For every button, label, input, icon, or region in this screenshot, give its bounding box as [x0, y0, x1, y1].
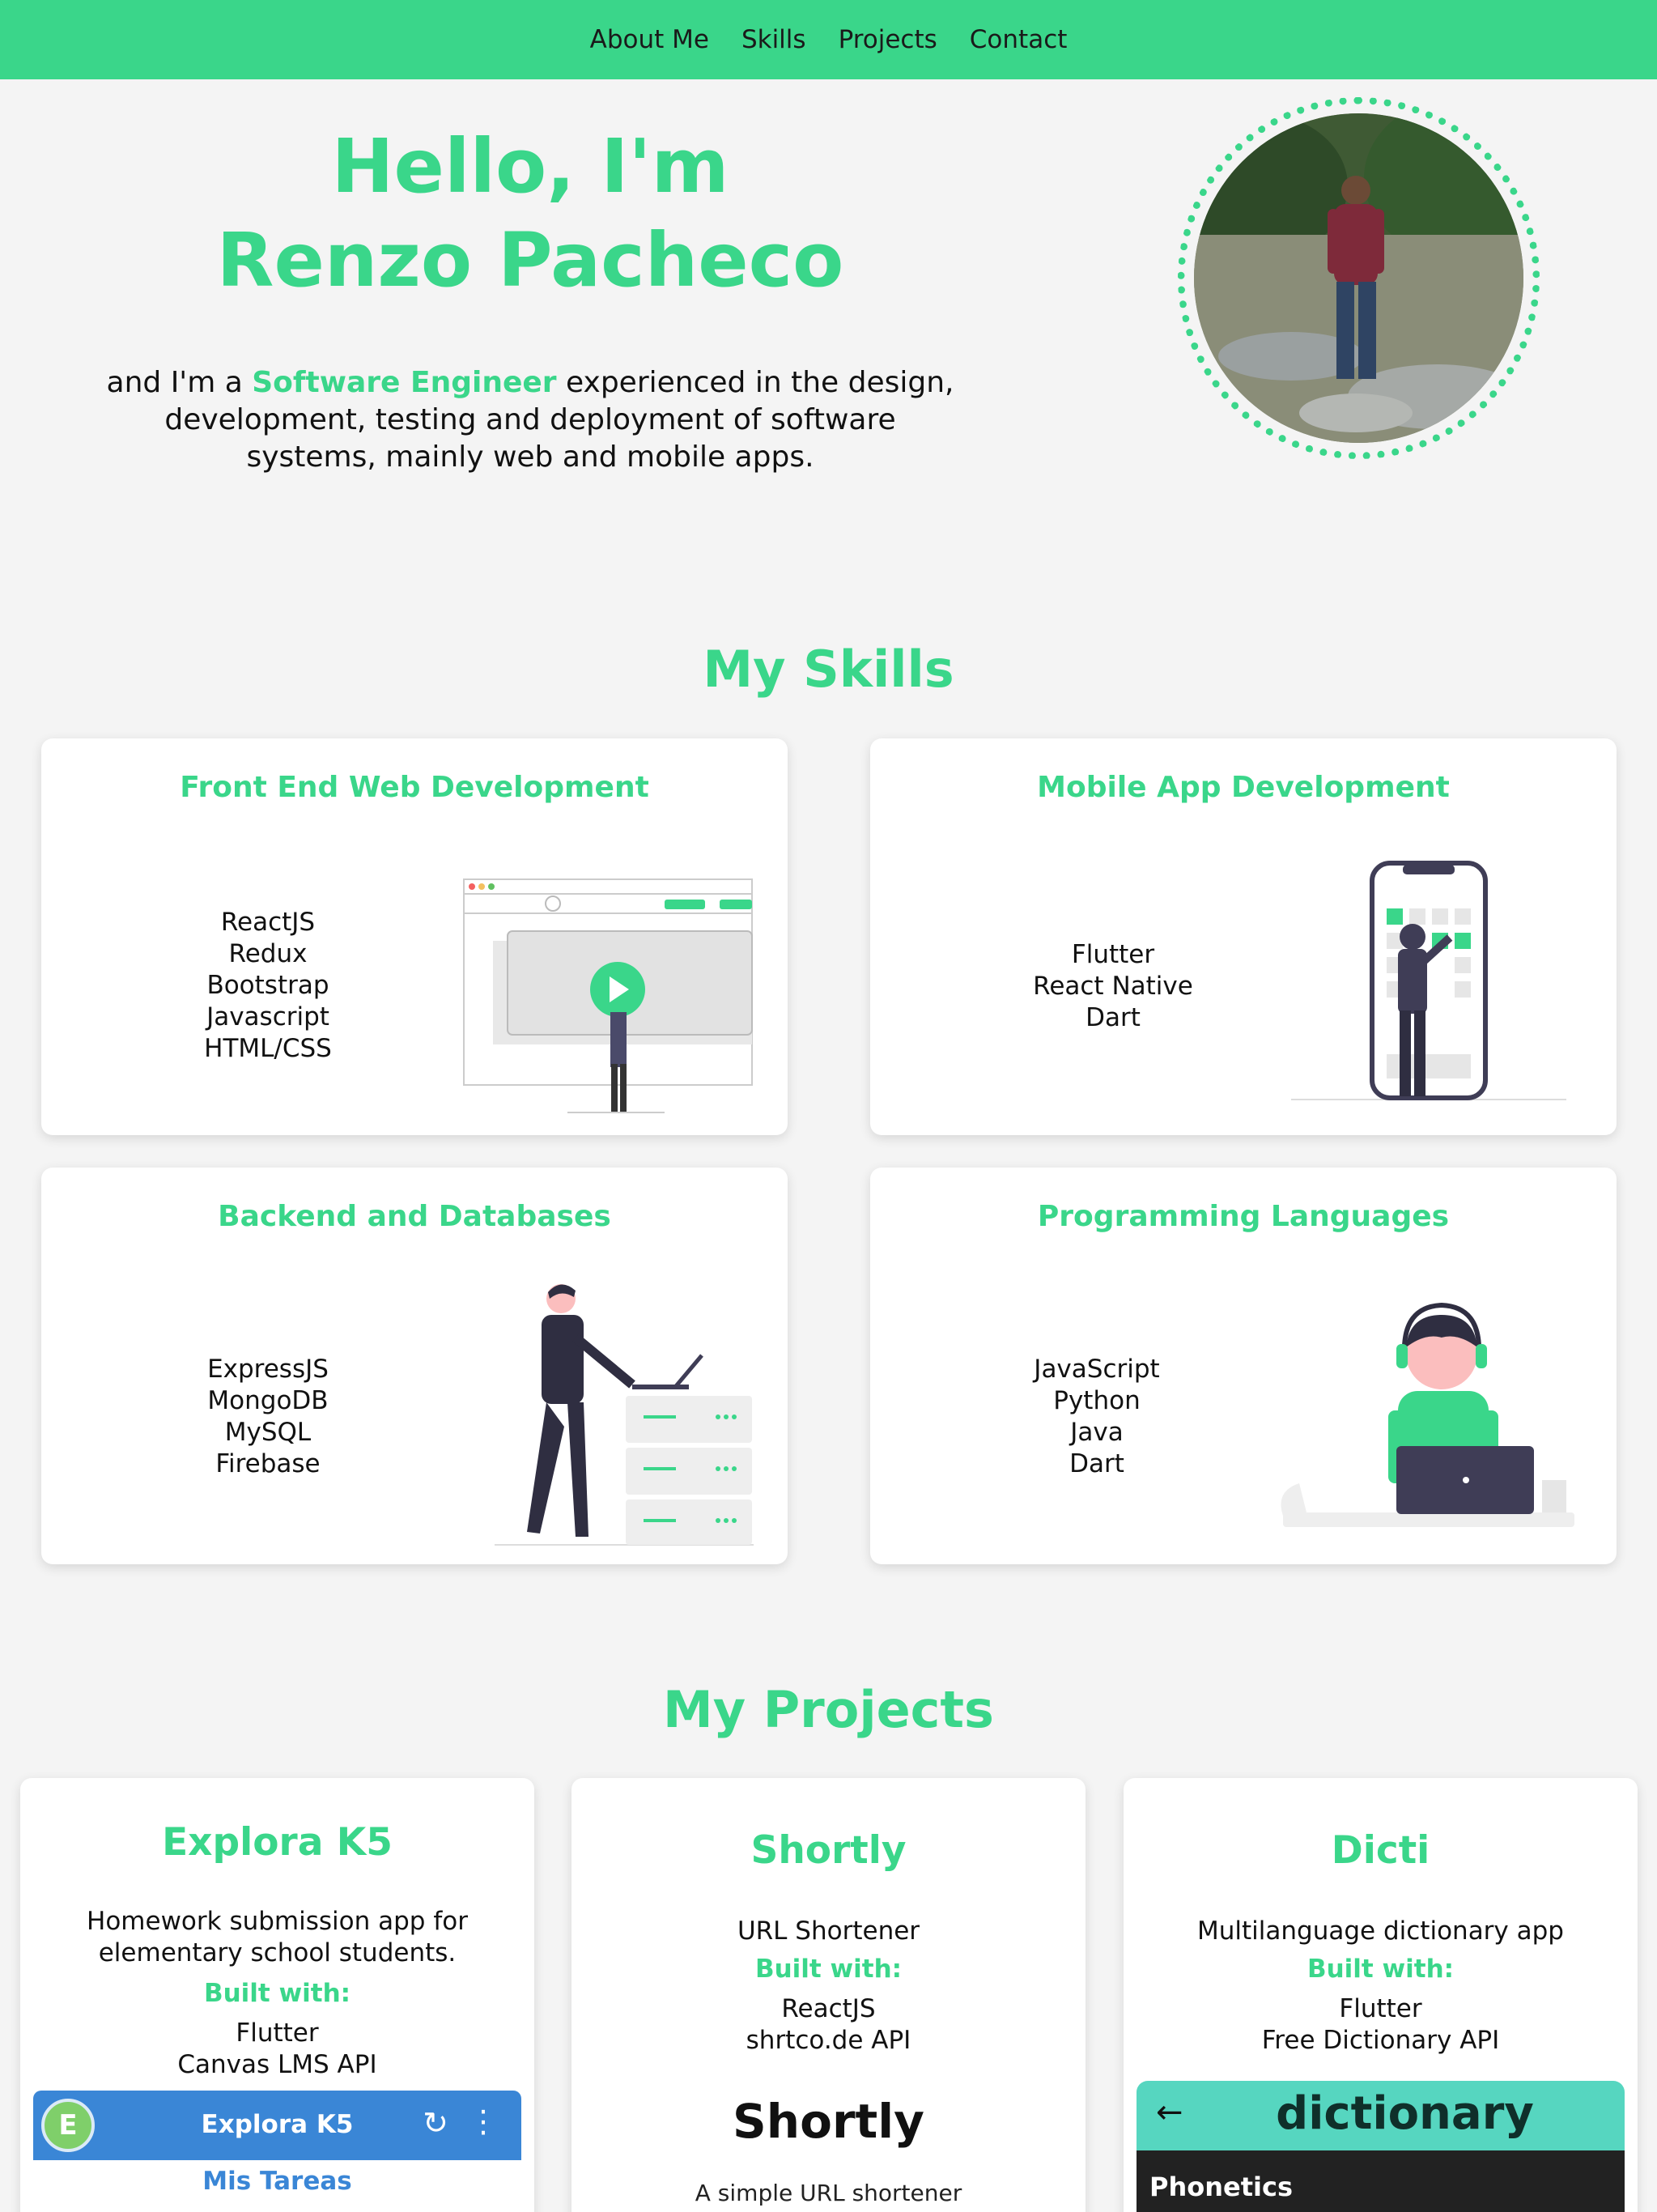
profile-photo: [1194, 113, 1523, 443]
skills-section-title: My Skills: [703, 640, 954, 699]
skill-card-title: Programming Languages: [1037, 1200, 1450, 1233]
skill-item: Redux: [228, 939, 308, 968]
skill-item: Java: [1070, 1418, 1124, 1447]
skill-item: Javascript: [206, 1002, 329, 1032]
hero-desc-pre: and I'm a: [106, 366, 253, 399]
avatar: [1194, 113, 1523, 443]
project-tech-list: ReactJS shrtco.de API: [571, 1993, 1086, 2057]
backend-illustration: [495, 1284, 754, 1546]
hero-name: Renzo Pacheco: [216, 217, 844, 304]
skill-item: Dart: [1086, 1003, 1141, 1032]
skill-item: ReactJS: [220, 908, 316, 937]
skill-card-title: Backend and Databases: [218, 1200, 611, 1233]
explora-app-bar: E Explora K5 ↻ ⋮: [33, 2091, 521, 2160]
hero-title: Hello, I'm Renzo Pacheco: [162, 120, 899, 308]
tech-item: Flutter: [1339, 1994, 1422, 2023]
built-with-label: Built with:: [754, 1955, 903, 1984]
shortly-subtitle: A simple URL shortener: [695, 2180, 962, 2206]
navbar: About Me Skills Projects Contact: [0, 0, 1657, 79]
skill-card-frontend: Front End Web Development ReactJS Redux …: [41, 738, 788, 1135]
project-card-dicti[interactable]: Dicti Multilanguage dictionary app Built…: [1124, 1778, 1638, 2212]
built-with-label: Built with:: [1306, 1955, 1455, 1984]
skill-item: HTML/CSS: [204, 1034, 332, 1063]
skill-item: MongoDB: [207, 1386, 329, 1415]
refresh-icon: ↻: [423, 2105, 448, 2141]
more-vert-icon: ⋮: [468, 2104, 499, 2139]
tech-item: Canvas LMS API: [177, 2050, 377, 2079]
skill-list: ExpressJS MongoDB MySQL Firebase: [147, 1354, 389, 1480]
tech-item: Flutter: [236, 2018, 319, 2048]
dicti-app-bar: ← dictionary: [1137, 2081, 1625, 2150]
project-title: Explora K5: [162, 1820, 393, 1865]
skill-card-mobile: Mobile App Development Flutter React Nat…: [870, 738, 1617, 1135]
project-card-explora[interactable]: Explora K5 Homework submission app for e…: [20, 1778, 534, 2212]
skill-item: React Native: [1033, 972, 1193, 1001]
programming-illustration: [1281, 1302, 1574, 1527]
skill-card-backend: Backend and Databases ExpressJS MongoDB …: [41, 1168, 788, 1564]
project-tech-list: Flutter Free Dictionary API: [1124, 1993, 1638, 2057]
project-description: Multilanguage dictionary app: [1197, 1916, 1564, 1946]
nav-contact[interactable]: Contact: [970, 25, 1068, 54]
skill-list: Flutter React Native Dart: [992, 939, 1234, 1034]
dicti-app-title: dictionary: [1276, 2087, 1534, 2140]
skill-item: JavaScript: [1034, 1355, 1160, 1384]
dicti-phonetics-label: Phonetics: [1149, 2172, 1293, 2202]
skill-list: ReactJS Redux Bootstrap Javascript HTML/…: [147, 907, 389, 1065]
hero-desc-highlight: Software Engineer: [252, 366, 557, 399]
tech-item: ReactJS: [781, 1994, 876, 2023]
skill-item: MySQL: [224, 1418, 312, 1447]
skill-card-title: Front End Web Development: [180, 771, 649, 804]
skill-item: Flutter: [1071, 940, 1155, 969]
skill-card-title: Mobile App Development: [1037, 771, 1450, 804]
project-title: Shortly: [750, 1828, 907, 1873]
nav-skills[interactable]: Skills: [741, 25, 806, 54]
mobile-dev-illustration: [1291, 861, 1566, 1100]
shortly-logo: Shortly: [733, 2094, 924, 2149]
skill-item: Firebase: [215, 1449, 321, 1478]
nav-about-me[interactable]: About Me: [590, 25, 709, 54]
projects-section-title: My Projects: [663, 1680, 994, 1739]
project-tech-list: Flutter Canvas LMS API: [20, 2018, 534, 2081]
project-description: URL Shortener: [737, 1916, 920, 1946]
dicti-preview-body: Phonetics: [1137, 2150, 1625, 2212]
hero-description: and I'm a Software Engineer experienced …: [105, 364, 955, 476]
web-dev-illustration: [463, 878, 753, 1113]
skill-item: Bootstrap: [206, 971, 329, 1000]
tech-item: shrtco.de API: [746, 2026, 911, 2055]
nav-projects[interactable]: Projects: [839, 25, 937, 54]
hero-greeting: Hello, I'm: [331, 123, 729, 210]
skill-item: Dart: [1069, 1449, 1124, 1478]
skill-card-languages: Programming Languages JavaScript Python …: [870, 1168, 1617, 1564]
project-description: Homework submission app for elementary s…: [87, 1907, 468, 1967]
explora-subtitle: Mis Tareas: [202, 2167, 352, 2196]
skill-item: Python: [1053, 1386, 1141, 1415]
skill-item: ExpressJS: [207, 1355, 329, 1384]
built-with-label: Built with:: [203, 1979, 351, 2008]
project-card-shortly[interactable]: Shortly URL Shortener Built with: ReactJ…: [571, 1778, 1086, 2212]
skill-list: JavaScript Python Java Dart: [975, 1354, 1218, 1480]
tech-item: Free Dictionary API: [1261, 2026, 1500, 2055]
project-title: Dicti: [1331, 1828, 1430, 1873]
